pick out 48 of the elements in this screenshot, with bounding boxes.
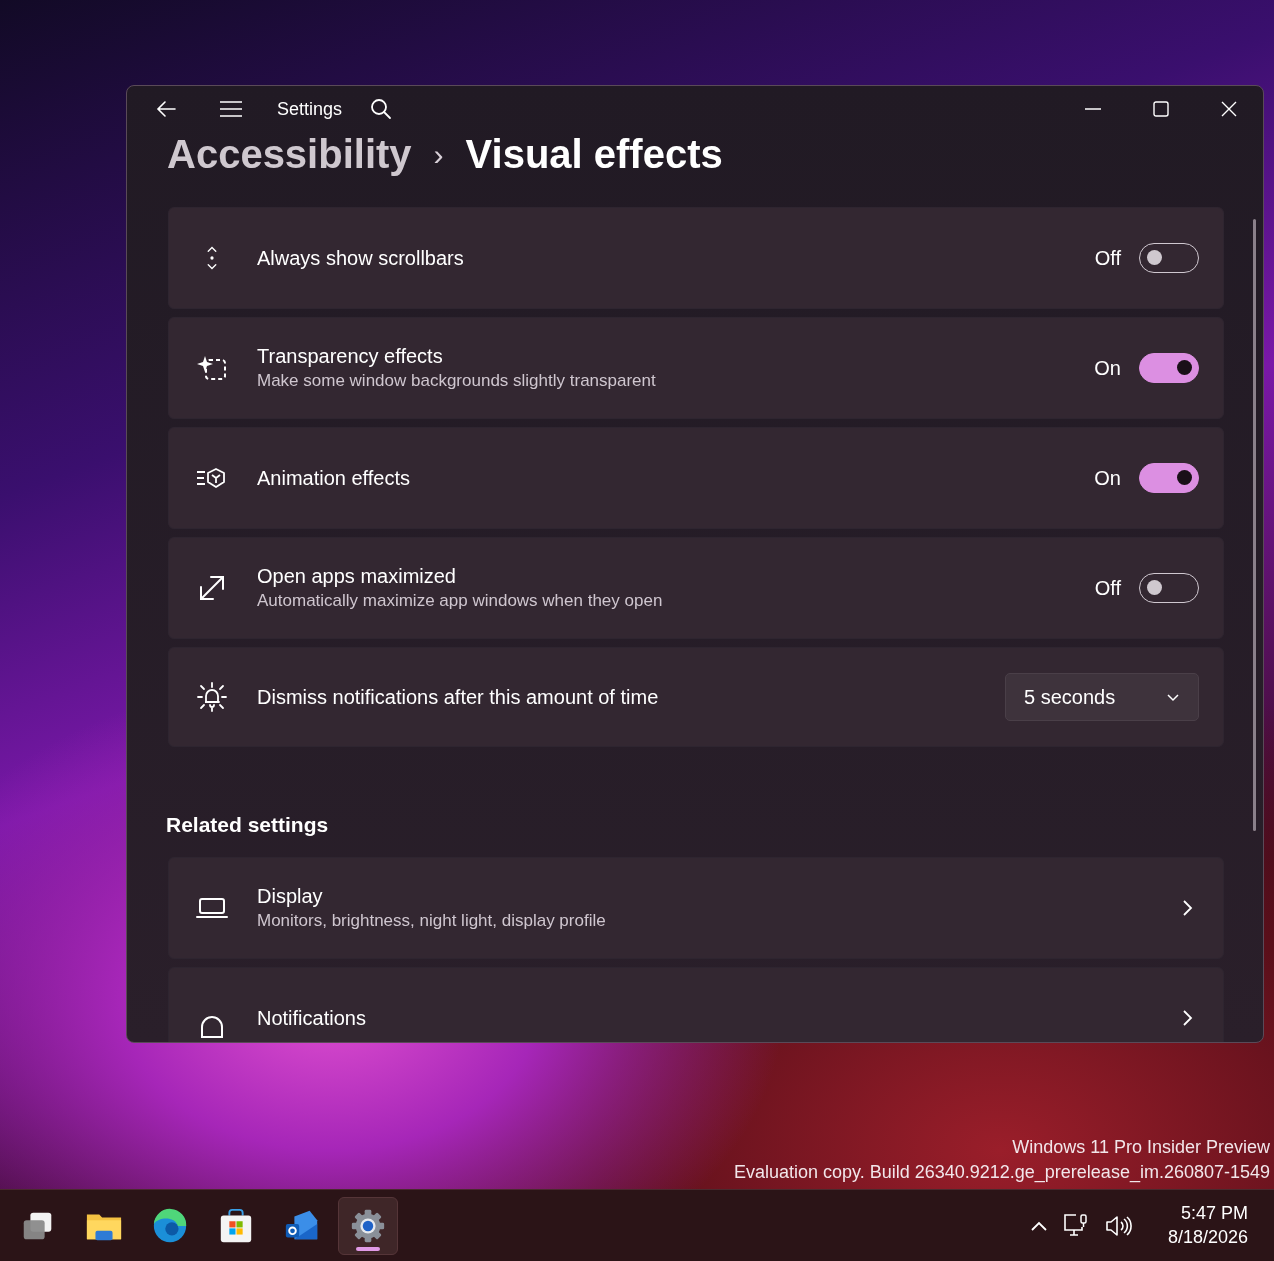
volume-icon[interactable] xyxy=(1103,1213,1132,1238)
setting-title: Open apps maximized xyxy=(257,565,457,588)
toggle-state-label: On xyxy=(1094,356,1121,380)
chevron-right-icon xyxy=(1181,1008,1193,1028)
clock-time[interactable]: 5:47 PM xyxy=(1180,1203,1248,1224)
maximize-icon xyxy=(1153,101,1169,117)
toggle-switch[interactable] xyxy=(1139,353,1199,383)
desktop-build-text: Windows 11 Pro Insider Preview xyxy=(1012,1137,1270,1158)
setting-title: Transparency effects xyxy=(257,345,444,368)
swirl-icon xyxy=(151,1206,189,1245)
setting-title: Dismiss notifications after this amount of time xyxy=(257,685,660,709)
sparkle-dashed-square-icon xyxy=(196,354,228,382)
setting-title: Notifications xyxy=(257,1006,367,1030)
clock-date[interactable]: 8/18/2026 xyxy=(1167,1227,1248,1248)
scrollbar[interactable] xyxy=(1253,219,1256,831)
setting-card[interactable]: Notifications xyxy=(168,967,1224,1042)
bell-rays-icon xyxy=(196,681,228,713)
network-monitor-icon[interactable] xyxy=(1061,1212,1090,1239)
search-icon xyxy=(370,98,393,120)
setting-title: Display xyxy=(257,885,324,908)
setting-title: Always show scrollbars xyxy=(257,246,465,270)
setting-description: Make some window backgrounds slightly transparent xyxy=(257,371,657,391)
lines-cube-icon xyxy=(196,468,228,488)
setting-title: Animation effects xyxy=(257,466,412,490)
desktop-build-text: Evaluation copy. Build 26340.9212.ge_prerelease_im.260807-1549 xyxy=(733,1162,1270,1183)
back-arrow-icon xyxy=(155,100,177,118)
page-title: Visual effects xyxy=(465,132,723,177)
diagonal-expand-arrow-icon xyxy=(197,573,227,603)
breadcrumb-link[interactable]: Accessibility xyxy=(167,132,412,177)
app-title: Settings xyxy=(277,98,343,120)
setting-description: Automatically maximize app windows when they open xyxy=(257,591,664,611)
toggle-state-label: On xyxy=(1094,466,1121,490)
duration-dropdown[interactable]: 5 seconds xyxy=(1005,673,1199,721)
breadcrumb-separator: › xyxy=(433,137,444,172)
toggle-switch[interactable] xyxy=(1139,463,1199,493)
minimize-icon xyxy=(1085,108,1101,110)
taskbar-app[interactable] xyxy=(338,1196,398,1255)
close-icon xyxy=(1221,101,1237,117)
menu-icon xyxy=(219,100,243,118)
chevron-up-icon[interactable] xyxy=(1029,1219,1048,1232)
chevron-down-icon xyxy=(1166,692,1180,702)
setting-card[interactable]: Display Monitors, brightness, night light, display profile xyxy=(168,857,1224,959)
laptop-icon xyxy=(196,896,228,920)
setting-description: Monitors, brightness, night light, display profile xyxy=(257,911,607,931)
toggle-state-label: Off xyxy=(1094,246,1121,270)
section-heading: Related settings xyxy=(166,813,330,837)
chevron-right-icon xyxy=(1181,898,1193,918)
toggle-state-label: Off xyxy=(1094,576,1121,600)
